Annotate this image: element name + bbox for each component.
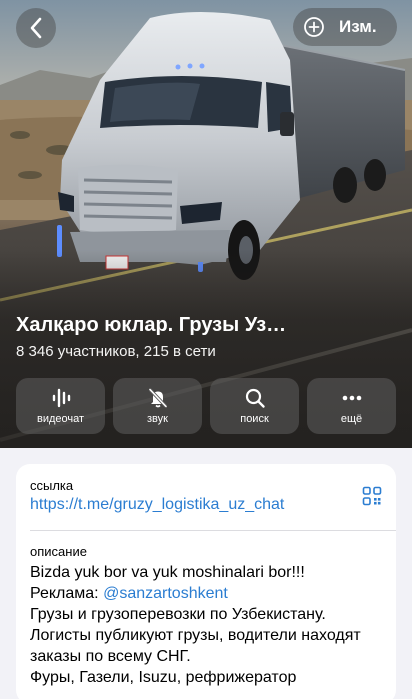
more-button[interactable]: ещё bbox=[307, 378, 396, 434]
more-icon bbox=[342, 395, 361, 401]
chat-title: Халқаро юклар. Грузы Уз… bbox=[16, 314, 287, 336]
edit-button[interactable]: Изм. bbox=[293, 8, 397, 46]
action-bar: видеочат звук поиск ещё bbox=[16, 378, 396, 434]
more-label: ещё bbox=[340, 413, 363, 425]
voice-chat-label: видеочат bbox=[36, 413, 85, 425]
mute-label: звук bbox=[147, 413, 168, 425]
add-circle-icon bbox=[304, 17, 324, 37]
bell-muted-icon bbox=[148, 388, 167, 408]
description-line: Грузы и грузоперевозки по Узбекистану. bbox=[30, 606, 326, 623]
ad-prefix: Реклама: bbox=[30, 585, 104, 602]
description-line: Bizda yuk bor va yuk moshinalari bor!!! bbox=[30, 564, 305, 581]
link-caption: ссылка bbox=[30, 478, 74, 493]
chat-info-card: ссылка https://t.me/gruzy_logistika_uz_c… bbox=[16, 464, 396, 699]
mention-link[interactable]: @sanzartoshkent bbox=[103, 585, 228, 602]
qr-code-icon[interactable] bbox=[362, 486, 382, 506]
description-line: Фуры, Газели, Isuzu, рефрижератор bbox=[30, 669, 297, 686]
back-button[interactable] bbox=[16, 8, 56, 48]
mute-button[interactable]: звук bbox=[113, 378, 202, 434]
search-label: поиск bbox=[240, 413, 269, 425]
chat-description: Bizda yuk bor va yuk moshinalari bor!!! … bbox=[30, 562, 386, 688]
invite-link[interactable]: https://t.me/gruzy_logistika_uz_chat bbox=[30, 496, 284, 514]
divider bbox=[30, 530, 396, 531]
description-ad-line: Реклама: @sanzartoshkent bbox=[30, 583, 386, 604]
chat-members-count: 8 346 участников, 215 в сети bbox=[16, 343, 216, 360]
description-caption: описание bbox=[30, 544, 87, 559]
voice-chat-icon bbox=[52, 388, 70, 408]
search-button[interactable]: поиск bbox=[210, 378, 299, 434]
chevron-left-icon bbox=[30, 17, 42, 39]
voice-chat-button[interactable]: видеочат bbox=[16, 378, 105, 434]
description-line: Логисты публикуют грузы, водители находя… bbox=[30, 627, 361, 644]
description-line: заказы по всему СНГ. bbox=[30, 648, 191, 665]
search-icon bbox=[245, 388, 265, 408]
edit-label: Изм. bbox=[339, 17, 377, 36]
